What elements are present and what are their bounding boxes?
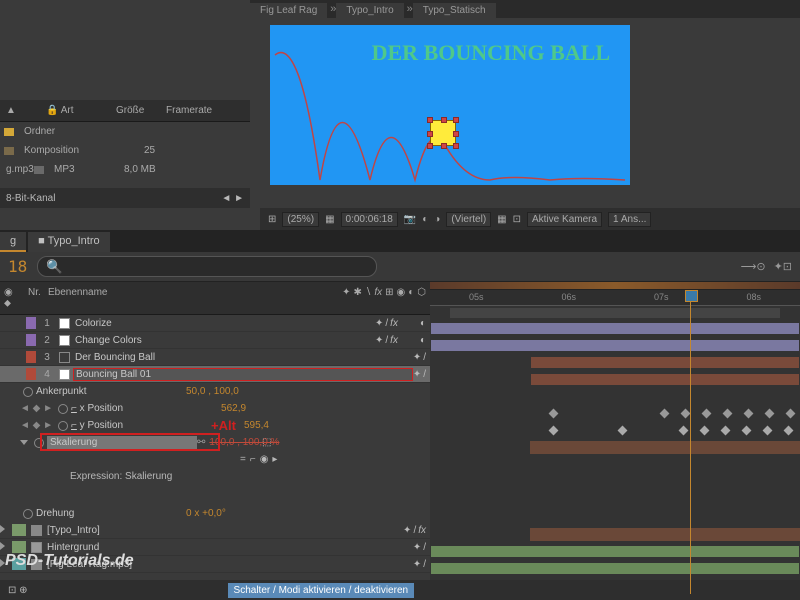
audio-file-icon xyxy=(34,166,44,174)
breadcrumb-item[interactable]: Typo_Intro xyxy=(336,3,403,18)
zoom-dropdown[interactable]: (25%) xyxy=(282,212,319,227)
project-item[interactable]: Komposition 25 xyxy=(0,141,250,160)
project-item[interactable]: g.mp3 MP3 8,0 MB xyxy=(0,160,250,179)
layer-row[interactable]: 3 Der Bouncing Ball ✦/ xyxy=(0,349,430,366)
property-xposition[interactable]: ◄ ◆ ► ⌐ x Position 562,9 xyxy=(0,400,430,417)
expression-enable-icon[interactable]: = xyxy=(240,454,246,465)
timeline-footer: ⊡ ⊕ Schalter / Modi aktivieren / deaktiv… xyxy=(0,580,800,600)
preview-title-text: DER BOUNCING BALL xyxy=(372,40,610,66)
viewer-icon[interactable]: ▦ xyxy=(325,214,334,225)
layer-row[interactable]: [Typo_Intro] ✦/fx xyxy=(0,522,430,539)
timeline-tracks[interactable]: 05s 06s 07s 08s x = value[ xyxy=(430,282,800,594)
layer-row[interactable]: 1 Colorize ✦/fx◐ xyxy=(0,315,430,332)
folder-icon xyxy=(4,128,14,136)
viewer-icon[interactable]: ▦ xyxy=(497,214,506,225)
expression-menu-icon[interactable]: ▸ xyxy=(272,454,277,465)
camera-dropdown[interactable]: Aktive Kamera xyxy=(527,212,602,227)
composition-icon xyxy=(4,147,14,155)
switches-toggle[interactable]: Schalter / Modi aktivieren / deaktiviere… xyxy=(228,583,415,598)
playhead[interactable] xyxy=(690,292,691,594)
graph-editor-icon[interactable]: ✦⊡ xyxy=(774,260,792,273)
stopwatch-icon[interactable] xyxy=(23,509,33,519)
viewer-icon[interactable]: ⊡ xyxy=(513,214,521,225)
breadcrumb-item[interactable]: Fig Leaf Rag xyxy=(250,3,327,18)
current-timecode[interactable]: 18 xyxy=(8,257,27,276)
bit-depth-bar: 8-Bit-Kanal ◄ ► xyxy=(0,188,250,208)
alpha-icon[interactable]: ◑ xyxy=(434,214,440,225)
stopwatch-icon[interactable] xyxy=(58,404,68,414)
property-scale[interactable]: Skalierung ⚯ 100,0 , 100,0 % ⬚ xyxy=(0,434,430,451)
expression-graph-icon[interactable]: ⌐ xyxy=(250,454,256,465)
quality-dropdown[interactable]: (Viertel) xyxy=(446,212,491,227)
layer-row[interactable]: 2 Change Colors ✦/fx◐ xyxy=(0,332,430,349)
project-item[interactable]: Ordner xyxy=(0,122,250,141)
shy-icon[interactable]: ⟶⊙ xyxy=(741,260,766,273)
watermark: PSD-Tutorials.de xyxy=(5,552,134,570)
expression-label: Expression: Skalierung xyxy=(0,468,430,485)
timecode-display[interactable]: 0:00:06:18 xyxy=(341,212,398,227)
toggle-icon[interactable]: ⊡ ⊕ xyxy=(8,585,28,596)
bouncing-ball-shape[interactable] xyxy=(430,120,456,146)
views-dropdown[interactable]: 1 Ans... xyxy=(608,212,651,227)
stopwatch-icon[interactable] xyxy=(23,387,33,397)
expression-controls[interactable]: = ⌐ ◉ ▸ xyxy=(0,451,430,468)
property-anchor[interactable]: Ankerpunkt 50,0 , 100,0 xyxy=(0,383,430,400)
project-columns: ▲ 🔒 Art Größe Framerate xyxy=(0,100,250,122)
expression-pickwhip-icon[interactable]: ◉ xyxy=(260,454,269,465)
viewer-controls: ⊞ (25%) ▦ 0:00:06:18 📷 ◐ ◑ (Viertel) ▦ ⊡… xyxy=(260,208,800,230)
grid-icon[interactable]: ⊞ xyxy=(268,214,276,225)
breadcrumb-item[interactable]: Typo_Statisch xyxy=(413,3,496,18)
mask-icon[interactable]: ◐ xyxy=(422,214,428,225)
composition-preview[interactable]: DER BOUNCING BALL xyxy=(270,25,630,185)
layer-search-input[interactable] xyxy=(37,256,377,277)
layer-row[interactable]: 4 Bouncing Ball 01 ✦/ xyxy=(0,366,430,383)
timeline-tab[interactable]: ■ Typo_Intro xyxy=(28,232,110,252)
lock-icon: 🔒 xyxy=(46,105,58,116)
timeline-tab[interactable]: g xyxy=(0,232,26,252)
camera-icon[interactable]: 📷 xyxy=(404,214,416,225)
stopwatch-icon[interactable] xyxy=(58,421,68,431)
timeline-tabs: g ■ Typo_Intro xyxy=(0,230,800,252)
property-rotation[interactable]: Drehung 0 x +0,0° xyxy=(0,505,430,522)
property-yposition[interactable]: ◄ ◆ ► ⌐ y Position +Alt 595,4 xyxy=(0,417,430,434)
